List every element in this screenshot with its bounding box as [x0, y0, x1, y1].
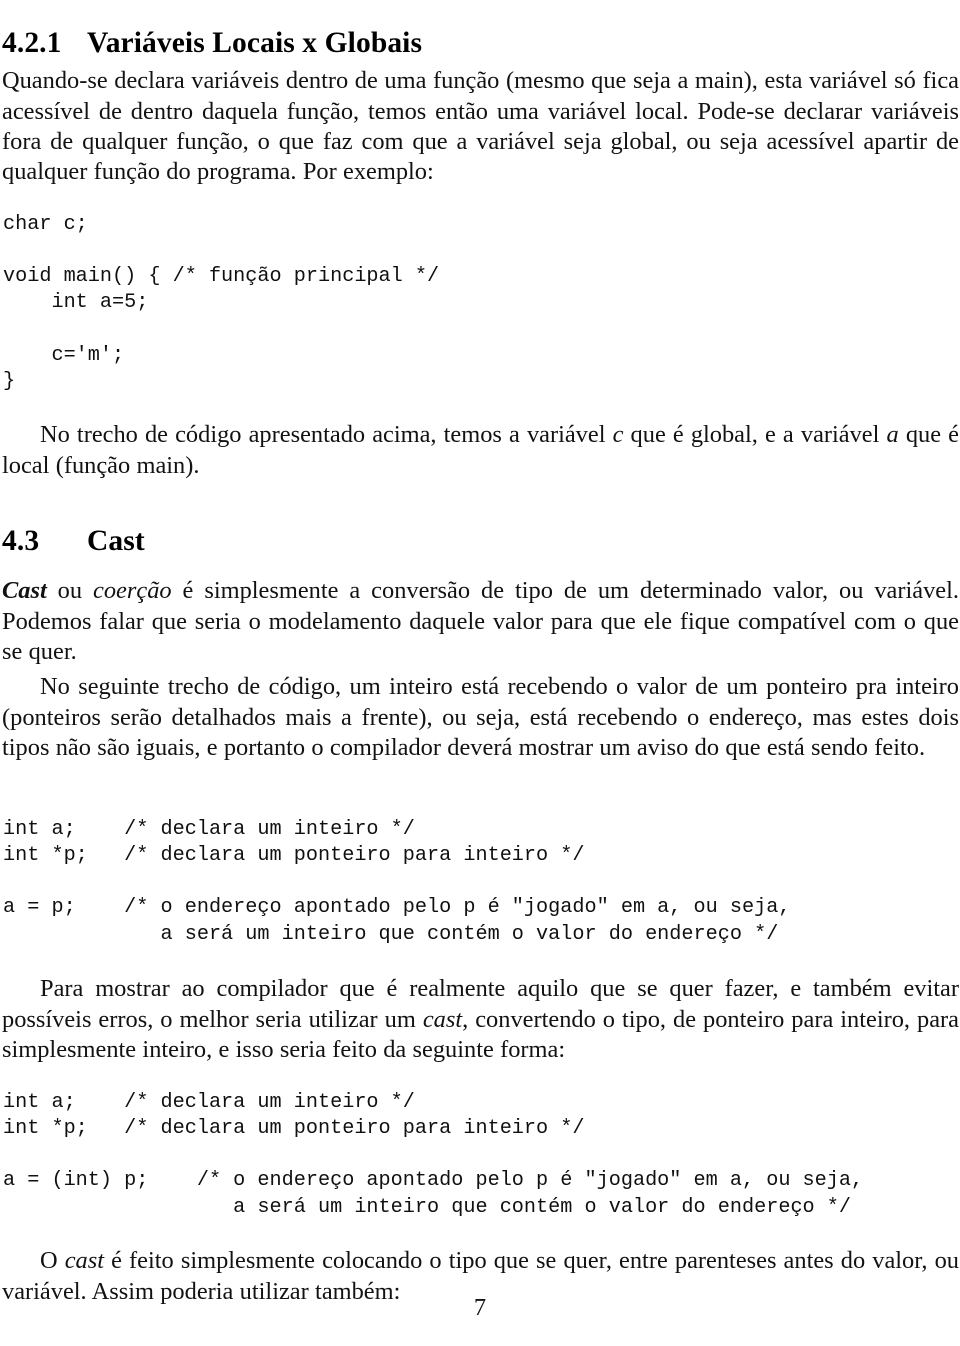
- paragraph-text-part-1: ou: [46, 577, 94, 605]
- paragraph-use-cast: Para mostrar ao compilador que é realmen…: [2, 974, 959, 1065]
- code-block-global-local-example: char c; void main() { /* função principa…: [3, 213, 440, 393]
- term-cast-italic: cast: [64, 1247, 105, 1275]
- paragraph-text-part-1: No trecho de código apresentado acima, t…: [40, 421, 613, 449]
- section-number: 4.2.1: [2, 27, 62, 60]
- paragraph-text-part-1: O: [40, 1247, 65, 1275]
- term-cast-bold-italic: Cast: [2, 577, 47, 605]
- paragraph-text: No seguinte trecho de código, um inteiro…: [2, 673, 959, 761]
- document-page: 4.2.1 Variáveis Locais x Globais Quando-s…: [0, 0, 960, 1346]
- section-heading-4-3: 4.3 Cast: [2, 527, 145, 557]
- paragraph-locais-globais-intro: Quando-se declara variáveis dentro de um…: [2, 66, 959, 187]
- code-block-pointer-assign-with-cast: int a; /* declara um inteiro */ int *p; …: [3, 1091, 864, 1219]
- section-heading-4-2-1: 4.2.1 Variáveis Locais x Globais: [2, 29, 422, 59]
- section-title: Cast: [87, 525, 145, 558]
- paragraph-pointer-warning: No seguinte trecho de código, um inteiro…: [2, 672, 959, 763]
- paragraph-cast-definition: Cast ou coerção é simplesmente a convers…: [2, 576, 959, 667]
- section-number: 4.3: [2, 525, 40, 558]
- paragraph-code-explanation: No trecho de código apresentado acima, t…: [2, 420, 959, 480]
- paragraph-text-part-2: que é global, e a variável: [623, 421, 887, 449]
- inline-variable-c: c: [612, 421, 624, 449]
- code-block-pointer-assign-nocast: int a; /* declara um inteiro */ int *p; …: [3, 818, 791, 946]
- page-number: 7: [473, 1294, 487, 1321]
- inline-variable-a: a: [886, 421, 899, 449]
- term-coercao-italic: coerção: [93, 577, 172, 605]
- paragraph-text: Quando-se declara variáveis dentro de um…: [2, 67, 959, 185]
- section-title: Variáveis Locais x Globais: [87, 27, 423, 60]
- term-cast-italic: cast: [422, 1005, 463, 1033]
